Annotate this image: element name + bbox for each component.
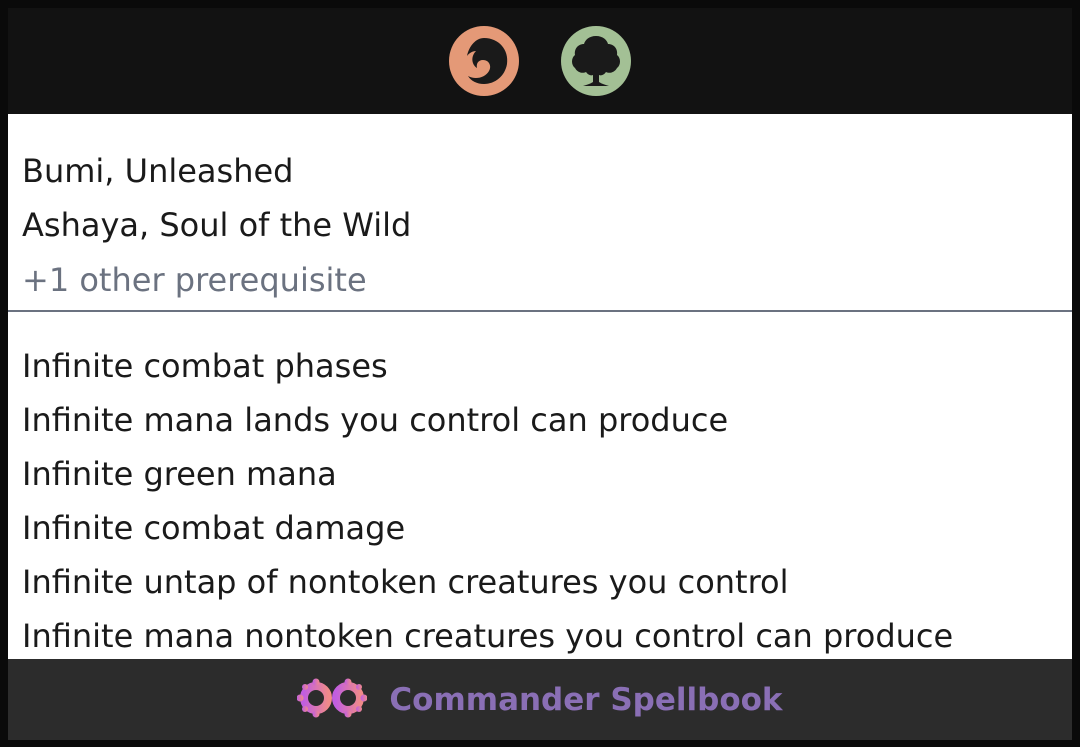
result-item: Infinite green mana <box>22 455 337 493</box>
card-name[interactable]: Ashaya, Soul of the Wild <box>22 198 1062 252</box>
result-item: Infinite combat damage <box>22 509 406 547</box>
card-name[interactable]: Bumi, Unleashed <box>22 144 1062 198</box>
infinity-logo-icon <box>296 678 368 722</box>
color-identity-bar <box>8 8 1072 114</box>
green-mana-icon <box>561 26 631 96</box>
footer-brand-bar: Commander Spellbook <box>8 659 1072 740</box>
red-mana-icon <box>449 26 519 96</box>
prerequisite-cards: Bumi, Unleashed Ashaya, Soul of the Wild <box>22 144 1062 252</box>
result-item: Infinite mana lands you control can prod… <box>22 401 729 439</box>
other-prerequisites-note: +1 other prerequisite <box>22 261 367 299</box>
combo-results: Infinite combat phases Infinite mana lan… <box>22 339 1062 663</box>
brand-name[interactable]: Commander Spellbook <box>389 682 782 718</box>
result-item: Infinite mana nontoken creatures you con… <box>22 617 954 655</box>
result-item: Infinite combat phases <box>22 347 388 385</box>
section-divider <box>8 310 1072 312</box>
combo-card[interactable]: Bumi, Unleashed Ashaya, Soul of the Wild… <box>8 8 1072 740</box>
result-item: Infinite untap of nontoken creatures you… <box>22 563 789 601</box>
